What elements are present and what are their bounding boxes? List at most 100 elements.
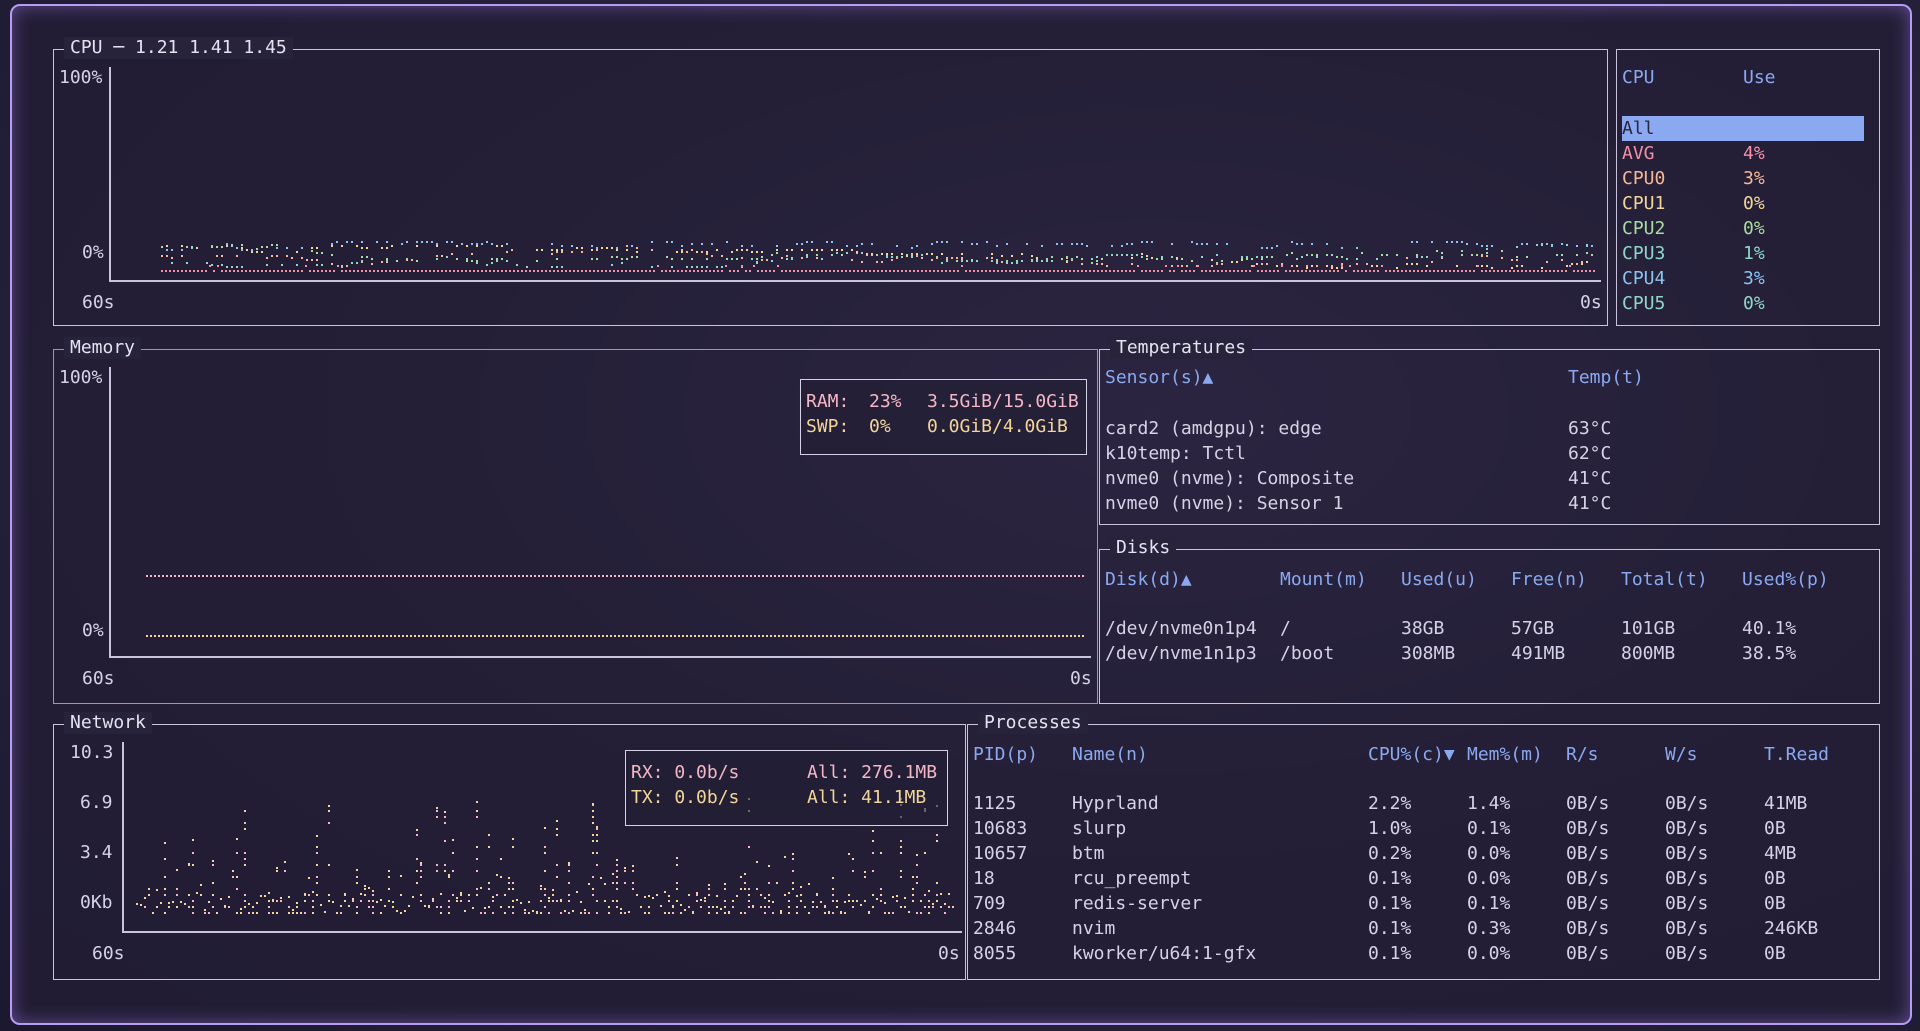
disk-col-header[interactable]: Free(n) bbox=[1511, 567, 1587, 592]
process-cell: kworker/u64:1-gfx bbox=[1072, 943, 1257, 964]
process-cell: 0.1% bbox=[1467, 818, 1511, 839]
cpu-list-panel[interactable]: CPU Use All AVG 4% CPU0 3% CPU1 0% CPU2 0% CPU3 1%… bbox=[1616, 49, 1880, 326]
process-cell: 246KB bbox=[1764, 918, 1819, 939]
cpu-use: 0% bbox=[1743, 293, 1765, 314]
mem-y-min: 0% bbox=[82, 620, 104, 641]
cpu-avg-trace bbox=[161, 265, 1595, 272]
temperature-row[interactable]: k10temp: Tctl 62°C bbox=[1100, 441, 1879, 466]
process-cell: Hyprland bbox=[1072, 793, 1159, 814]
cpu-name: CPU1 bbox=[1622, 193, 1666, 214]
process-row[interactable]: 8055 kworker/u64:1-gfx 0.1% 0.0% 0B/s 0B/s 0B bbox=[968, 941, 1879, 966]
cpu-list-row[interactable]: CPU5 0% bbox=[1617, 291, 1879, 316]
process-col-header[interactable]: R/s bbox=[1566, 742, 1599, 767]
disk-col-header[interactable]: Used(u) bbox=[1401, 567, 1477, 592]
net-y-tick-0: 10.3 bbox=[70, 742, 114, 763]
cpu-y-min: 0% bbox=[82, 242, 104, 263]
process-cell: 0B/s bbox=[1665, 918, 1709, 939]
process-row[interactable]: 2846 nvim 0.1% 0.3% 0B/s 0B/s 246KB bbox=[968, 916, 1879, 941]
process-cell: 0.1% bbox=[1368, 893, 1412, 914]
disk-col-header[interactable]: Total(t) bbox=[1621, 567, 1708, 592]
cpu-row-selection bbox=[1622, 116, 1864, 141]
temperature-row[interactable]: card2 (amdgpu): edge 63°C bbox=[1100, 416, 1879, 441]
process-cell: 0B/s bbox=[1566, 943, 1610, 964]
network-panel-title: Network bbox=[64, 712, 152, 734]
sensor-col-header[interactable]: Sensor(s)▲ bbox=[1105, 367, 1213, 389]
net-x-left: 60s bbox=[92, 943, 125, 964]
disk-col-header[interactable]: Disk(d)▲ bbox=[1105, 567, 1192, 592]
process-cell: 0.2% bbox=[1368, 843, 1412, 864]
disk-col-header[interactable]: Mount(m) bbox=[1280, 567, 1367, 592]
process-row[interactable]: 10683 slurp 1.0% 0.1% 0B/s 0B/s 0B bbox=[968, 816, 1879, 841]
temp-col-header[interactable]: Temp(t) bbox=[1568, 367, 1644, 389]
use-col-header[interactable]: Use bbox=[1743, 67, 1776, 89]
processes-panel[interactable]: Processes PID(p) Name(n) CPU%(c)▼ Mem%(m) R/… bbox=[967, 712, 1880, 980]
disk-cell: 38.5% bbox=[1742, 643, 1797, 664]
cpu-graph-panel[interactable]: CPU ─ 1.21 1.41 1.45 100% 0% 60s 0s bbox=[53, 37, 1608, 326]
temperature-row[interactable]: nvme0 (nvme): Composite 41°C bbox=[1100, 466, 1879, 491]
process-cell: 1.4% bbox=[1467, 793, 1511, 814]
process-cell: 0B/s bbox=[1665, 818, 1709, 839]
cpu-use: 0% bbox=[1743, 218, 1765, 239]
process-cell: 0B bbox=[1764, 943, 1786, 964]
process-col-header[interactable]: T.Read bbox=[1764, 742, 1829, 767]
disks-panel[interactable]: Disks Disk(d)▲ Mount(m) Used(u) Free(n) Tota… bbox=[1099, 537, 1880, 704]
process-cell: 1.0% bbox=[1368, 818, 1412, 839]
process-cell: 0B/s bbox=[1566, 918, 1610, 939]
disk-cell: 800MB bbox=[1621, 643, 1676, 664]
process-cell: 0.1% bbox=[1368, 868, 1412, 889]
process-cell: 0.0% bbox=[1467, 868, 1511, 889]
process-col-header[interactable]: CPU%(c)▼ bbox=[1368, 742, 1455, 767]
cpu-list-row[interactable]: AVG 4% bbox=[1617, 141, 1879, 166]
cpu-use: 3% bbox=[1743, 168, 1765, 189]
process-cell: rcu_preempt bbox=[1072, 868, 1192, 889]
disk-cell: 101GB bbox=[1621, 618, 1676, 639]
process-cell: nvim bbox=[1072, 918, 1116, 939]
ram-amount: 3.5GiB/15.0GiB bbox=[927, 391, 1079, 412]
cpu-list-row[interactable]: All bbox=[1617, 116, 1879, 141]
process-cell: btm bbox=[1072, 843, 1105, 864]
process-row[interactable]: 1125 Hyprland 2.2% 1.4% 0B/s 0B/s 41MB bbox=[968, 791, 1879, 816]
network-panel[interactable]: Network 10.3 6.9 3.4 0Kb 60s 0s RX: 0.0b… bbox=[53, 712, 966, 980]
net-x-right: 0s bbox=[938, 943, 960, 964]
disk-row[interactable]: /dev/nvme1n1p3/boot 308MB 491MB 800MB 38.5% bbox=[1100, 641, 1879, 666]
cpu-list-row[interactable]: CPU3 1% bbox=[1617, 241, 1879, 266]
cpu-use: 1% bbox=[1743, 243, 1765, 264]
process-cell: 0B/s bbox=[1566, 793, 1610, 814]
process-col-header[interactable]: Name(n) bbox=[1072, 742, 1148, 767]
network-legend: RX: 0.0b/s All: 276.1MB TX: 0.0b/s All: … bbox=[625, 750, 948, 826]
process-row[interactable]: 709 redis-server 0.1% 0.1% 0B/s 0B/s 0B bbox=[968, 891, 1879, 916]
process-cell: 2846 bbox=[973, 918, 1017, 939]
sensor-temp: 41°C bbox=[1568, 493, 1612, 514]
cpu-list-row[interactable]: CPU2 0% bbox=[1617, 216, 1879, 241]
net-y-tick-2: 3.4 bbox=[80, 842, 113, 863]
process-col-header[interactable]: PID(p) bbox=[973, 742, 1038, 767]
memory-panel[interactable]: Memory 100% 0% 60s 0s RAM: 23% 3.5GiB/15… bbox=[53, 337, 1098, 704]
temperature-row[interactable]: nvme0 (nvme): Sensor 1 41°C bbox=[1100, 491, 1879, 516]
sensor-temp: 62°C bbox=[1568, 443, 1612, 464]
process-cell: 0.1% bbox=[1368, 918, 1412, 939]
cpu-list-row[interactable]: CPU4 3% bbox=[1617, 266, 1879, 291]
cpu-col-header[interactable]: CPU bbox=[1622, 67, 1655, 89]
disks-panel-title: Disks bbox=[1110, 537, 1177, 559]
processes-panel-title: Processes bbox=[978, 712, 1088, 734]
process-cell: 0B bbox=[1764, 893, 1786, 914]
sensor-name: nvme0 (nvme): Composite bbox=[1105, 468, 1355, 489]
disk-row[interactable]: /dev/nvme0n1p4 / 38GB 57GB 101GB 40.1% bbox=[1100, 616, 1879, 641]
cpu-usage-graph bbox=[161, 241, 1595, 272]
cpu-use: 4% bbox=[1743, 143, 1765, 164]
process-cell: 0.1% bbox=[1368, 943, 1412, 964]
cpu-core-trace bbox=[171, 244, 1588, 268]
swap-label: SWP: bbox=[806, 416, 850, 437]
process-cell: 0B/s bbox=[1566, 893, 1610, 914]
process-row[interactable]: 18 rcu_preempt 0.1% 0.0% 0B/s 0B/s 0B bbox=[968, 866, 1879, 891]
cpu-panel-title: CPU ─ 1.21 1.41 1.45 bbox=[64, 37, 293, 59]
process-col-header[interactable]: Mem%(m) bbox=[1467, 742, 1543, 767]
process-row[interactable]: 10657 btm 0.2% 0.0% 0B/s 0B/s 4MB bbox=[968, 841, 1879, 866]
disk-col-header[interactable]: Used%(p) bbox=[1742, 567, 1829, 592]
cpu-name: CPU3 bbox=[1622, 243, 1666, 264]
cpu-list-row[interactable]: CPU1 0% bbox=[1617, 191, 1879, 216]
ram-label: RAM: bbox=[806, 391, 850, 412]
process-col-header[interactable]: W/s bbox=[1665, 742, 1698, 767]
temperatures-panel[interactable]: Temperatures Sensor(s)▲ Temp(t) card2 (a… bbox=[1099, 337, 1880, 525]
cpu-list-row[interactable]: CPU0 3% bbox=[1617, 166, 1879, 191]
